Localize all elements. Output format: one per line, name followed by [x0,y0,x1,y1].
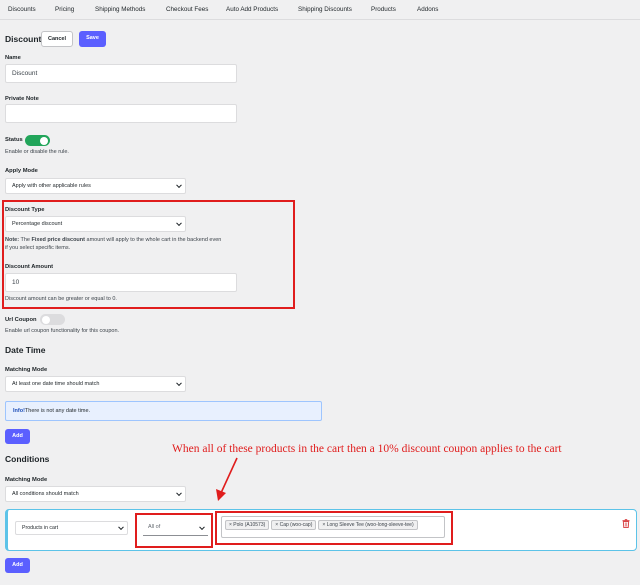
product-chip-cap[interactable]: × Cap (woo-cap) [271,520,317,530]
url-coupon-help: Enable url coupon functionality for this… [5,328,120,334]
tab-pricing[interactable]: Pricing [55,6,74,13]
discount-amount-value: 10 [12,279,20,286]
discount-type-note: Note: The Fixed price discount amount wi… [5,237,221,243]
tab-shipping-discounts[interactable]: Shipping Discounts [298,6,352,13]
tab-products[interactable]: Products [371,6,396,13]
page-title: Discount [5,34,42,44]
url-coupon-toggle[interactable] [40,314,65,325]
info-bold: Info! [13,408,25,414]
products-multiselect[interactable]: × Polo (A10573) × Cap (woo-cap) × Long Sle… [221,516,445,538]
conditions-title: Conditions [5,454,50,464]
chevron-down-icon [176,380,182,387]
status-help: Enable or disable the rule. [5,149,69,155]
url-coupon-label: Url Coupon [5,317,37,323]
name-label: Name [5,55,21,61]
info-text: There is not any date time. [24,408,91,414]
apply-mode-value: Apply with other applicable rules [12,183,91,189]
date-time-title: Date Time [5,345,46,355]
status-toggle-knob [40,136,48,145]
condition-type-value: Products in cart [22,525,59,531]
date-matching-select[interactable]: At least one date time should match [5,376,186,392]
status-toggle[interactable] [25,135,50,146]
trash-icon[interactable] [622,519,630,528]
date-matching-label: Matching Mode [5,367,48,373]
conditions-matching-value: All conditions should match [12,491,79,497]
apply-mode-select[interactable]: Apply with other applicable rules [5,178,186,194]
apply-mode-label: Apply Mode [5,168,38,174]
operator-select[interactable]: All of [143,520,208,536]
conditions-matching-label: Matching Mode [5,477,48,483]
date-matching-value: At least one date time should match [12,381,100,387]
note-text-2: amount will apply to the whole cart in t… [84,237,222,243]
status-label: Status [5,137,23,143]
note-prefix: Note: [5,237,20,243]
operator-value: All of [148,524,161,530]
top-tab-bar: Discounts Pricing Shipping Methods Check… [0,0,640,20]
discount-type-note-line2: if you select specific items. [5,245,71,251]
name-value: Discount [12,70,38,77]
private-note-label: Private Note [5,96,39,102]
tab-checkout-fees[interactable]: Checkout Fees [166,6,208,13]
product-chip-polo[interactable]: × Polo (A10573) [225,520,270,530]
discount-type-select[interactable]: Percentage discount [5,216,186,232]
url-coupon-toggle-knob [42,315,50,324]
chevron-down-icon [118,524,124,531]
chevron-down-icon [176,220,182,227]
condition-type-select[interactable]: Products in cart [15,521,128,535]
product-chip-long-sleeve-tee[interactable]: × Long Sleeve Tee (woo-long-sleeve-tee) [318,520,418,530]
annotation-arrow-icon [216,457,238,501]
discount-type-label: Discount Type [5,207,45,213]
date-info-box: Info! There is not any date time. [5,401,322,421]
name-input[interactable]: Discount [5,64,237,83]
tab-shipping-methods[interactable]: Shipping Methods [95,6,145,13]
private-note-input[interactable] [5,104,237,123]
discount-amount-label: Discount Amount [5,264,54,270]
tab-auto-add-products[interactable]: Auto Add Products [226,6,278,13]
tab-addons[interactable]: Addons [417,6,438,13]
conditions-matching-select[interactable]: All conditions should match [5,486,186,502]
note-text-1: The [19,237,32,243]
discount-amount-input[interactable]: 10 [5,273,237,292]
tab-discounts[interactable]: Discounts [8,6,36,13]
annotation-text: When all of these products in the cart t… [172,443,562,455]
date-add-button[interactable]: Add [5,429,30,444]
discount-amount-help: Discount amount can be greater or equal … [5,296,117,302]
cancel-button[interactable]: Cancel [41,31,73,47]
conditions-add-button[interactable]: Add [5,558,30,573]
chevron-down-icon [176,182,182,189]
chevron-down-icon [199,523,205,530]
chevron-down-icon [176,490,182,497]
discount-type-value: Percentage discount [12,221,63,227]
save-button[interactable]: Save [79,31,106,47]
note-bold: Fixed price discount [31,237,85,243]
